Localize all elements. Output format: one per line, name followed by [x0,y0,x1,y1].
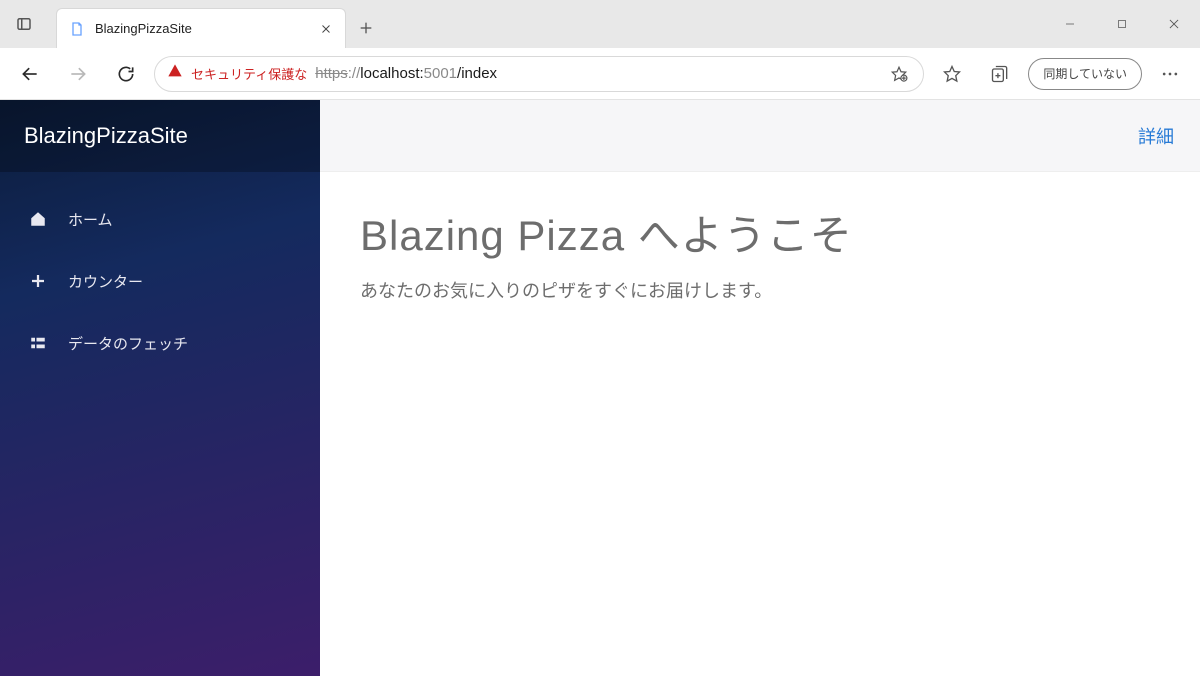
browser-toolbar: セキュリティ保護な https://localhost:5001/index 同… [0,48,1200,100]
tab-title: BlazingPizzaSite [95,21,305,36]
browser-tab[interactable]: BlazingPizzaSite [56,8,346,48]
plus-icon [28,272,48,290]
add-favorite-button[interactable] [885,60,913,88]
app-sidebar: BlazingPizzaSite ホーム カウンター [0,100,320,676]
app-brand-label: BlazingPizzaSite [24,123,188,149]
sidebar-item-home[interactable]: ホーム [0,188,320,250]
new-tab-button[interactable] [346,8,386,48]
nav-refresh-button[interactable] [106,54,146,94]
tab-close-button[interactable] [315,18,337,40]
sidebar-item-label: データのフェッチ [68,333,188,354]
window-close-button[interactable] [1148,0,1200,48]
sidebar-item-label: ホーム [68,209,113,230]
favorites-button[interactable] [932,54,972,94]
settings-menu-button[interactable] [1150,54,1190,94]
address-url: https://localhost:5001/index [315,65,497,82]
page-content: BlazingPizzaSite ホーム カウンター [0,100,1200,676]
details-link[interactable]: 詳細 [1138,123,1174,149]
window-maximize-button[interactable] [1096,0,1148,48]
sidebar-item-counter[interactable]: カウンター [0,250,320,312]
tab-favicon-icon [69,21,85,37]
main-content: 詳細 Blazing Pizza へようこそ あなたのお気に入りのピザをすぐにお… [320,100,1200,676]
window-controls [1044,0,1200,48]
address-bar[interactable]: セキュリティ保護な https://localhost:5001/index [154,56,924,92]
page-subheading: あなたのお気に入りのピザをすぐにお届けします。 [360,277,1160,303]
security-warning-icon [167,63,183,84]
browser-titlebar: BlazingPizzaSite [0,0,1200,48]
window-minimize-button[interactable] [1044,0,1096,48]
sidebar-item-label: カウンター [68,271,143,292]
collections-button[interactable] [980,54,1020,94]
sidebar-nav: ホーム カウンター データのフェッチ [0,172,320,374]
nav-back-button[interactable] [10,54,50,94]
tab-actions-button[interactable] [0,0,48,48]
main-body: Blazing Pizza へようこそ あなたのお気に入りのピザをすぐにお届けし… [320,172,1200,333]
profile-sync-button[interactable]: 同期していない [1028,58,1142,90]
nav-forward-button[interactable] [58,54,98,94]
app-brand[interactable]: BlazingPizzaSite [0,100,320,172]
sidebar-item-fetchdata[interactable]: データのフェッチ [0,312,320,374]
page-heading: Blazing Pizza へようこそ [360,202,1160,263]
content-top-bar: 詳細 [320,100,1200,172]
list-icon [28,334,48,352]
security-warning-text: セキュリティ保護な [191,64,307,83]
profile-sync-label: 同期していない [1043,65,1127,82]
home-icon [28,210,48,228]
